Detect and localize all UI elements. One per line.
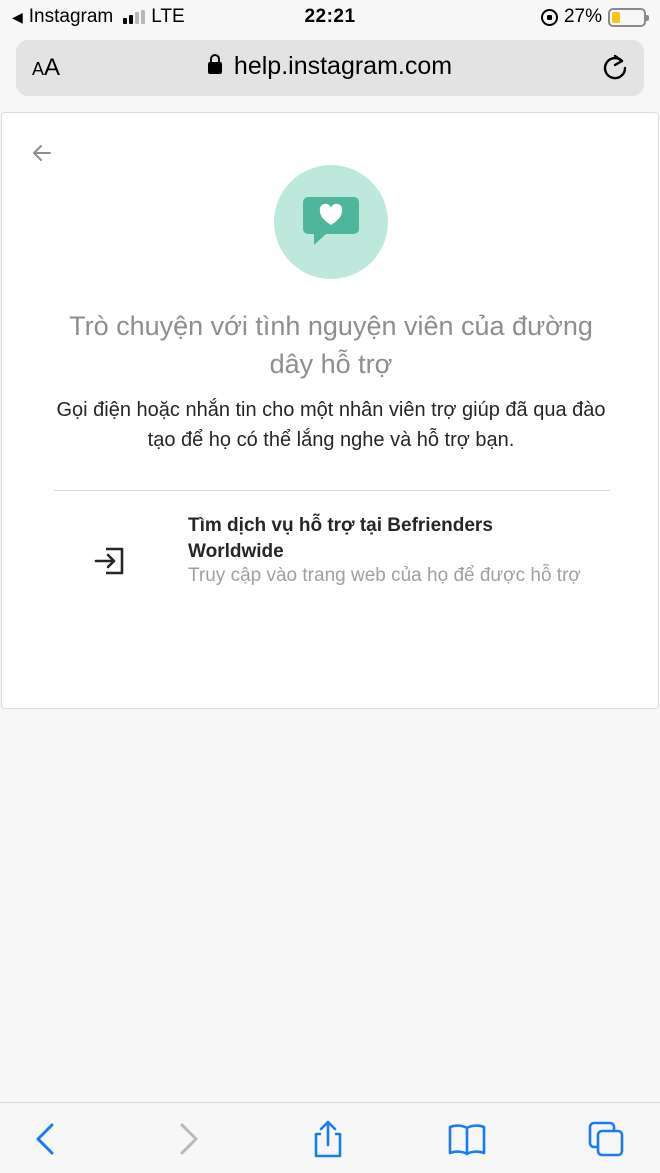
card-description: Gọi điện hoặc nhắn tin cho một nhân viên… <box>56 399 606 451</box>
back-icon[interactable] <box>26 1119 66 1159</box>
chat-heart-icon <box>303 197 359 245</box>
befrienders-option[interactable]: Tìm dịch vụ hỗ trợ tại Befrienders World… <box>54 491 610 631</box>
hero-badge <box>274 165 388 279</box>
address-bar[interactable]: AA help.instagram.com <box>16 40 644 96</box>
status-bar: ◀ Instagram LTE 22:21 27% <box>0 0 660 34</box>
bookmarks-icon[interactable] <box>447 1119 487 1159</box>
option-subtitle: Truy cập vào trang web của họ để được hỗ… <box>188 565 581 586</box>
exit-arrow-icon <box>94 547 124 575</box>
page: ◀ Instagram LTE 22:21 27% AA help.instag… <box>0 0 660 1173</box>
tabs-icon[interactable] <box>586 1119 626 1159</box>
reload-icon[interactable] <box>600 52 630 82</box>
battery-percent: 27% <box>563 6 602 27</box>
status-right: 27% <box>540 6 649 28</box>
option-title[interactable]: Tìm dịch vụ hỗ trợ tại Befrienders World… <box>188 513 588 565</box>
card-title: Trò chuyện với tình nguyện viên của đườn… <box>69 311 593 379</box>
url-domain: help.instagram.com <box>233 52 453 80</box>
helpline-card: Trò chuyện với tình nguyện viên của đườn… <box>1 112 659 709</box>
share-icon[interactable] <box>308 1119 348 1159</box>
battery-icon <box>608 7 649 27</box>
back-arrow-icon[interactable] <box>30 141 54 165</box>
rotation-lock-icon <box>540 8 558 26</box>
lock-icon <box>207 54 222 74</box>
url-display[interactable]: help.instagram.com <box>16 52 644 81</box>
forward-icon[interactable] <box>168 1119 208 1159</box>
browser-toolbar <box>0 1102 660 1173</box>
battery-fill <box>612 11 621 23</box>
